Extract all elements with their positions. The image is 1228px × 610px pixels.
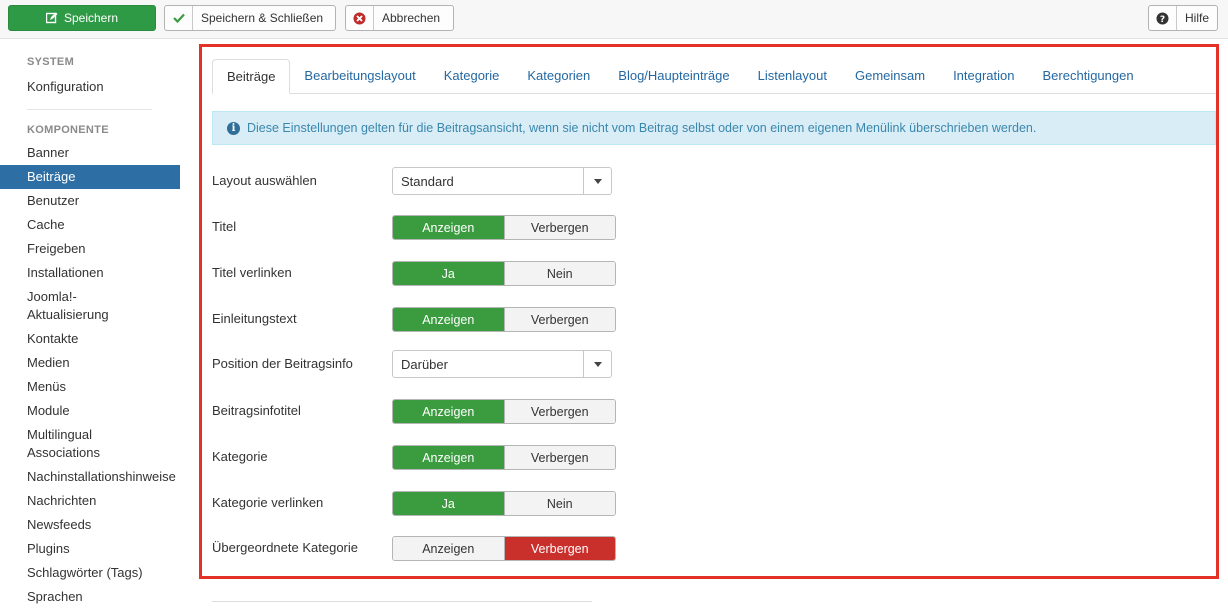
edit-icon bbox=[45, 6, 58, 30]
sidebar-item-beitraege[interactable]: Beiträge bbox=[0, 165, 180, 189]
tab-listenlayout[interactable]: Listenlayout bbox=[744, 59, 841, 93]
tab-kategorie[interactable]: Kategorie bbox=[430, 59, 514, 93]
field-title-link: Titel verlinken Ja Nein bbox=[212, 259, 632, 287]
sidebar-heading-components: KOMPONENTE bbox=[27, 124, 109, 136]
field-title: Titel Anzeigen Verbergen bbox=[212, 213, 632, 241]
layout-select[interactable]: Standard bbox=[392, 167, 612, 195]
sidebar: SYSTEM Konfiguration KOMPONENTE Banner B… bbox=[0, 56, 180, 609]
info-icon: i bbox=[227, 121, 240, 135]
intro-toggle: Anzeigen Verbergen bbox=[392, 307, 616, 332]
tab-gemeinsam[interactable]: Gemeinsam bbox=[841, 59, 939, 93]
tab-beitraege[interactable]: Beiträge bbox=[212, 59, 291, 94]
field-info-position: Position der Beitragsinfo Darüber bbox=[212, 350, 632, 378]
toggle-option-yes[interactable]: Ja bbox=[393, 492, 504, 515]
svg-text:?: ? bbox=[1160, 15, 1165, 25]
help-label: Hilfe bbox=[1184, 11, 1209, 25]
toggle-option-hide[interactable]: Verbergen bbox=[503, 446, 615, 469]
toggle-option-no[interactable]: Nein bbox=[503, 262, 615, 285]
field-label: Kategorie bbox=[212, 449, 268, 464]
sidebar-divider bbox=[27, 109, 152, 110]
field-parent-category: Übergeordnete Kategorie Anzeigen Verberg… bbox=[212, 534, 632, 562]
sidebar-heading-system: SYSTEM bbox=[27, 56, 75, 68]
tab-bar: Beiträge Bearbeitungslayout Kategorie Ka… bbox=[212, 59, 1216, 94]
field-category: Kategorie Anzeigen Verbergen bbox=[212, 443, 632, 471]
save-button[interactable]: Speichern bbox=[8, 5, 156, 31]
toggle-option-hide[interactable]: Verbergen bbox=[503, 216, 615, 239]
cancel-circle-icon bbox=[346, 6, 374, 30]
sidebar-item-schlagwoerter[interactable]: Schlagwörter (Tags) bbox=[0, 561, 180, 585]
title-link-toggle: Ja Nein bbox=[392, 261, 616, 286]
caret-down-icon bbox=[583, 351, 611, 377]
cancel-button[interactable]: Abbrechen bbox=[345, 5, 454, 31]
sidebar-item-benutzer[interactable]: Benutzer bbox=[0, 189, 180, 213]
sidebar-item-konfiguration[interactable]: Konfiguration bbox=[0, 75, 180, 99]
toggle-option-hide[interactable]: Verbergen bbox=[503, 308, 615, 331]
toggle-option-hide[interactable]: Verbergen bbox=[503, 400, 615, 423]
field-info-title: Beitragsinfotitel Anzeigen Verbergen bbox=[212, 397, 632, 425]
field-label: Kategorie verlinken bbox=[212, 495, 324, 510]
field-label: Titel verlinken bbox=[212, 265, 292, 280]
question-circle-icon: ? bbox=[1149, 6, 1177, 30]
toggle-option-show[interactable]: Anzeigen bbox=[393, 446, 504, 469]
info-alert: i Diese Einstellungen gelten für die Bei… bbox=[212, 111, 1216, 145]
select-value: Standard bbox=[401, 174, 454, 189]
sidebar-item-joomla-aktualisierung[interactable]: Joomla!-Aktualisierung bbox=[0, 285, 127, 327]
divider bbox=[212, 601, 592, 602]
field-label: Position der Beitragsinfo bbox=[212, 356, 353, 371]
toggle-option-no[interactable]: Nein bbox=[503, 492, 615, 515]
select-value: Darüber bbox=[401, 357, 448, 372]
sidebar-item-kontakte[interactable]: Kontakte bbox=[0, 327, 180, 351]
sidebar-item-module[interactable]: Module bbox=[0, 399, 180, 423]
sidebar-item-medien[interactable]: Medien bbox=[0, 351, 180, 375]
sidebar-item-sprachen[interactable]: Sprachen bbox=[0, 585, 180, 609]
options-panel: Beiträge Bearbeitungslayout Kategorie Ka… bbox=[199, 44, 1219, 579]
sidebar-item-installationen[interactable]: Installationen bbox=[0, 261, 180, 285]
help-button[interactable]: ? Hilfe bbox=[1148, 5, 1218, 31]
category-link-toggle: Ja Nein bbox=[392, 491, 616, 516]
sidebar-item-nachinstallationshinweise[interactable]: Nachinstallationshinweise bbox=[0, 465, 180, 489]
field-label: Layout auswählen bbox=[212, 173, 317, 188]
checkmark-icon bbox=[165, 6, 193, 30]
sidebar-item-plugins[interactable]: Plugins bbox=[0, 537, 180, 561]
info-text: Diese Einstellungen gelten für die Beitr… bbox=[247, 121, 1037, 135]
category-toggle: Anzeigen Verbergen bbox=[392, 445, 616, 470]
sidebar-item-menues[interactable]: Menüs bbox=[0, 375, 180, 399]
field-label: Übergeordnete Kategorie bbox=[212, 540, 358, 555]
save-and-close-button[interactable]: Speichern & Schließen bbox=[164, 5, 336, 31]
title-toggle: Anzeigen Verbergen bbox=[392, 215, 616, 240]
tab-integration[interactable]: Integration bbox=[939, 59, 1028, 93]
toggle-option-show[interactable]: Anzeigen bbox=[393, 216, 504, 239]
toolbar: Speichern Speichern & Schließen Abbreche… bbox=[0, 0, 1228, 39]
toggle-option-show[interactable]: Anzeigen bbox=[393, 400, 504, 423]
field-category-link: Kategorie verlinken Ja Nein bbox=[212, 489, 632, 517]
sidebar-item-nachrichten[interactable]: Nachrichten bbox=[0, 489, 180, 513]
tab-blog-haupteintraege[interactable]: Blog/Haupteinträge bbox=[604, 59, 743, 93]
sidebar-item-banner[interactable]: Banner bbox=[0, 141, 180, 165]
sidebar-item-cache[interactable]: Cache bbox=[0, 213, 180, 237]
sidebar-item-multilingual-associations[interactable]: Multilingual Associations bbox=[0, 423, 127, 465]
parent-category-toggle: Anzeigen Verbergen bbox=[392, 536, 616, 561]
field-label: Einleitungstext bbox=[212, 311, 297, 326]
tab-bearbeitungslayout[interactable]: Bearbeitungslayout bbox=[290, 59, 429, 93]
toggle-option-yes[interactable]: Ja bbox=[393, 262, 504, 285]
sidebar-item-freigeben[interactable]: Freigeben bbox=[0, 237, 180, 261]
field-intro: Einleitungstext Anzeigen Verbergen bbox=[212, 305, 632, 333]
toggle-option-show[interactable]: Anzeigen bbox=[393, 537, 504, 560]
sidebar-component-list: Banner Beiträge Benutzer Cache Freigeben… bbox=[0, 141, 180, 609]
tab-berechtigungen[interactable]: Berechtigungen bbox=[1029, 59, 1148, 93]
toggle-option-hide[interactable]: Verbergen bbox=[503, 537, 615, 560]
field-label: Titel bbox=[212, 219, 237, 234]
caret-down-icon bbox=[583, 168, 611, 194]
toggle-option-show[interactable]: Anzeigen bbox=[393, 308, 504, 331]
info-title-toggle: Anzeigen Verbergen bbox=[392, 399, 616, 424]
field-label: Beitragsinfotitel bbox=[212, 403, 301, 418]
sidebar-item-newsfeeds[interactable]: Newsfeeds bbox=[0, 513, 180, 537]
field-layout: Layout auswählen Standard bbox=[212, 167, 632, 195]
save-label: Speichern bbox=[63, 11, 119, 25]
save-and-close-label: Speichern & Schließen bbox=[201, 11, 324, 25]
tab-kategorien[interactable]: Kategorien bbox=[513, 59, 604, 93]
cancel-label: Abbrechen bbox=[382, 11, 441, 25]
info-position-select[interactable]: Darüber bbox=[392, 350, 612, 378]
